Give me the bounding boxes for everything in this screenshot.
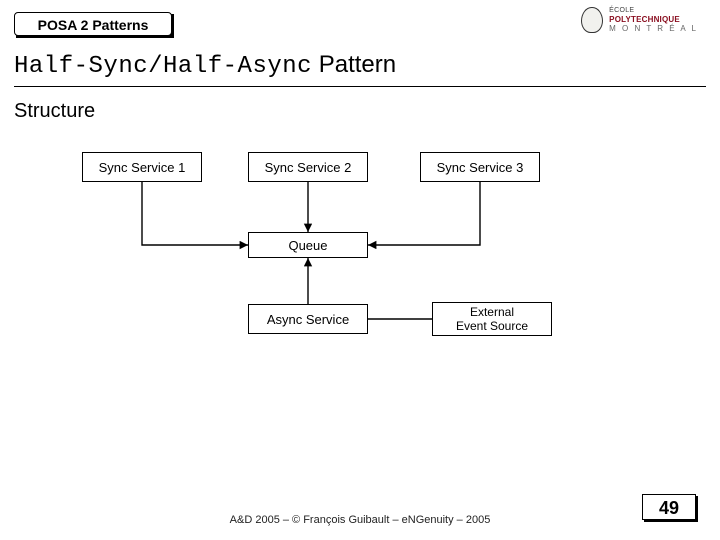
- logo-line2: POLYTECHNIQUE: [609, 15, 698, 24]
- logo-line3: M O N T R É A L: [609, 24, 698, 33]
- box-sync-service-2: Sync Service 2: [248, 152, 368, 182]
- page-number: 49: [642, 494, 696, 520]
- badge-posa2: POSA 2 Patterns: [14, 12, 172, 36]
- page-title: Half-Sync/Half-Async Pattern: [14, 50, 396, 82]
- box-sync-service-3: Sync Service 3: [420, 152, 540, 182]
- title-rule: [14, 86, 706, 87]
- title-pattern-name: Half-Sync/Half-Async: [14, 53, 312, 80]
- crest-icon: [581, 7, 603, 33]
- box-external-event-source: External Event Source: [432, 302, 552, 336]
- school-logo: ÉCOLE POLYTECHNIQUE M O N T R É A L: [581, 6, 698, 33]
- section-heading-structure: Structure: [14, 100, 95, 123]
- box-queue: Queue: [248, 232, 368, 258]
- box-async-service: Async Service: [248, 304, 368, 334]
- footer-copyright: A&D 2005 – © François Guibault – eNGenui…: [0, 514, 720, 526]
- box-sync-service-1: Sync Service 1: [82, 152, 202, 182]
- logo-line1: ÉCOLE: [609, 6, 698, 15]
- title-suffix: Pattern: [312, 51, 396, 78]
